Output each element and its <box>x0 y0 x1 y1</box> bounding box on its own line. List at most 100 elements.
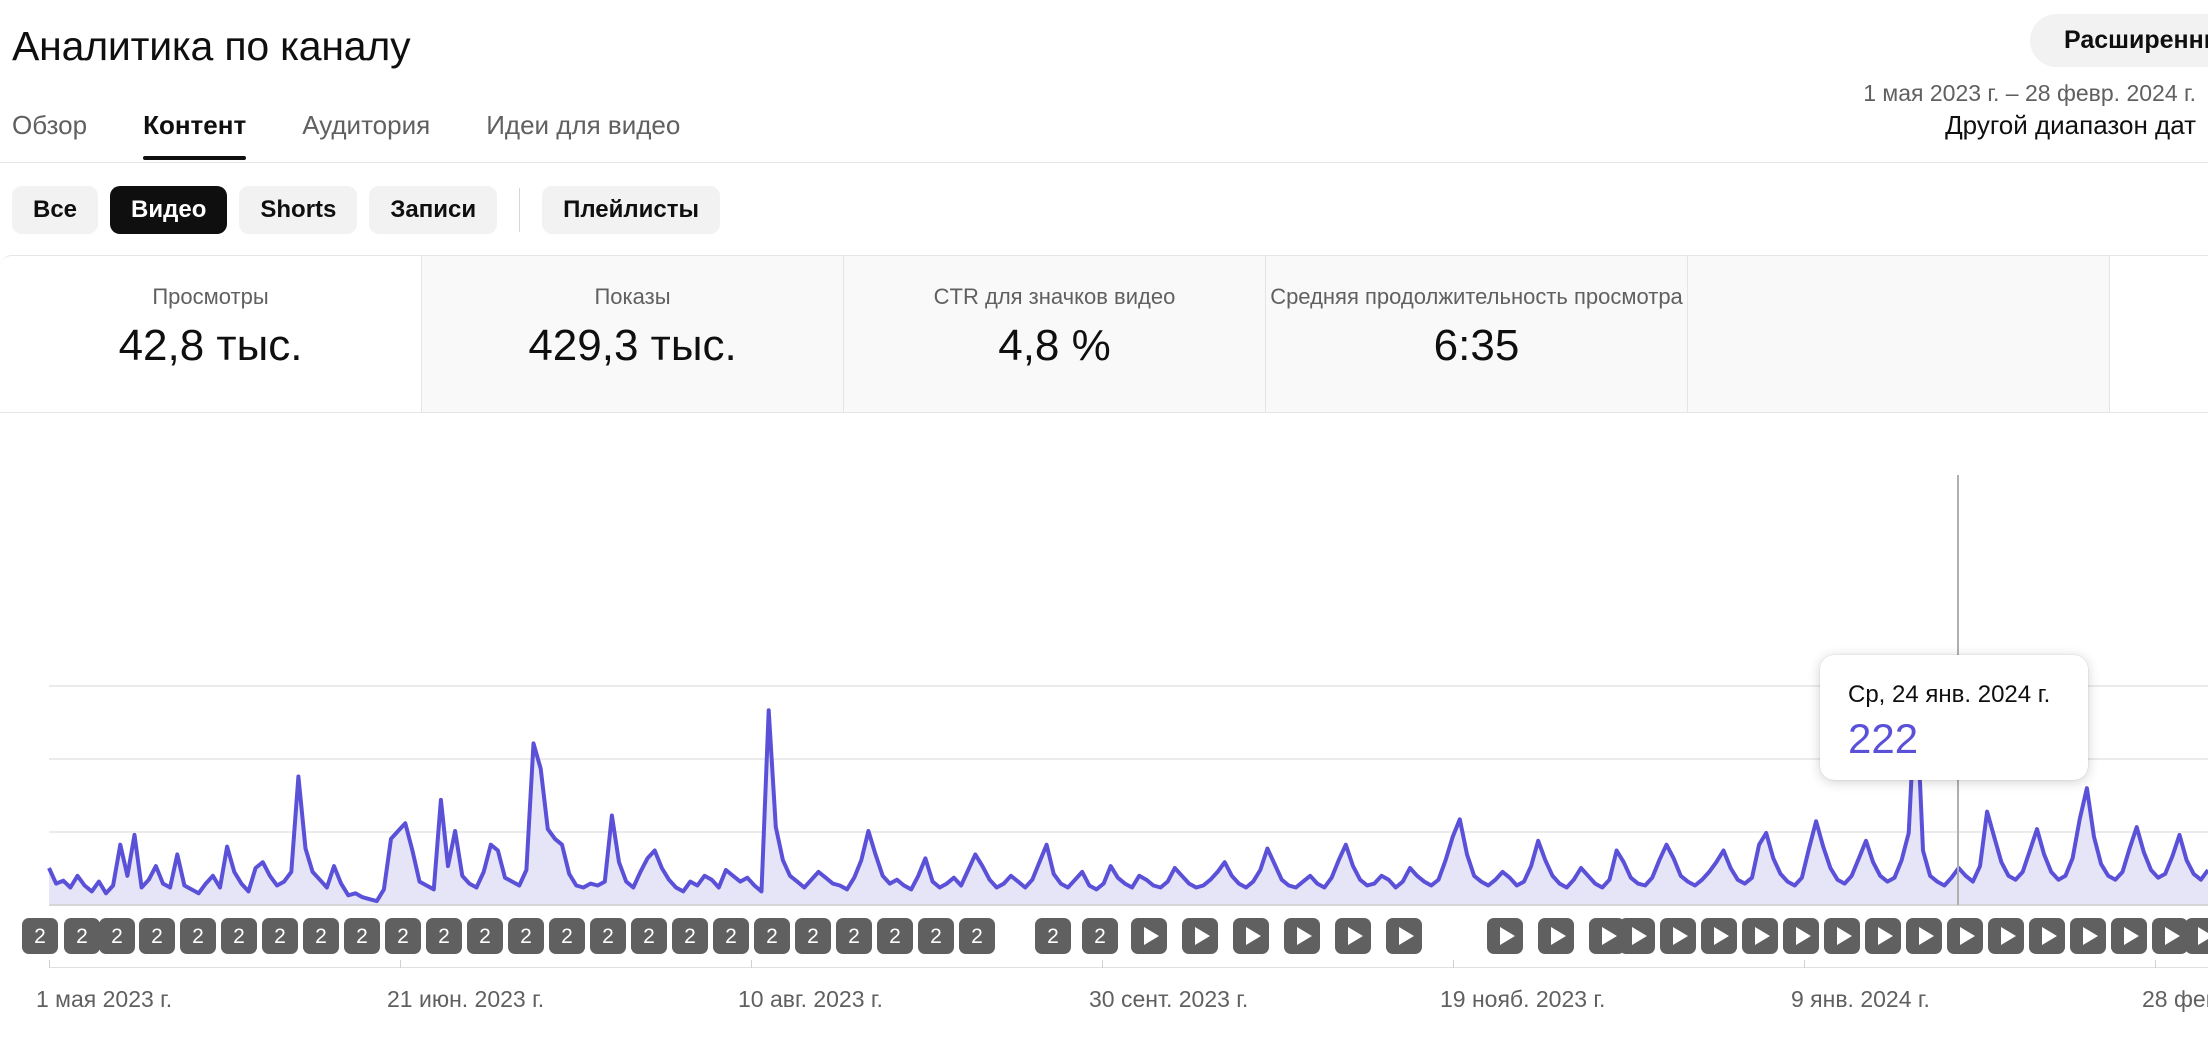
x-axis-tick <box>49 960 50 968</box>
metric-card-label: Просмотры <box>152 284 269 309</box>
date-range-picker[interactable]: Другой диапазон дат <box>1863 108 2196 142</box>
video-count-badge[interactable]: 2 <box>139 918 175 954</box>
play-icon-marker[interactable] <box>1947 918 1983 954</box>
play-icon-marker[interactable] <box>2029 918 2065 954</box>
chip-2[interactable]: Shorts <box>239 186 358 234</box>
play-icon-marker[interactable] <box>1824 918 1860 954</box>
chip-3[interactable]: Записи <box>369 186 498 234</box>
video-count-badge[interactable]: 2 <box>385 918 421 954</box>
video-count-badge[interactable]: 2 <box>180 918 216 954</box>
video-count-badge[interactable]: 2 <box>713 918 749 954</box>
play-icon <box>1296 927 1312 945</box>
video-count-badge-label: 2 <box>192 924 204 948</box>
video-count-badge[interactable]: 2 <box>836 918 872 954</box>
analytics-tabs: Обзор Контент Аудитория Идеи для видео <box>0 98 736 164</box>
video-count-badge[interactable]: 2 <box>590 918 626 954</box>
play-icon <box>2123 927 2139 945</box>
advanced-mode-button[interactable]: Расширенный режим <box>2030 14 2208 67</box>
tab-label: Обзор <box>12 110 88 140</box>
play-icon-marker[interactable] <box>1865 918 1901 954</box>
video-count-badge-label: 2 <box>34 924 46 948</box>
play-icon-marker[interactable] <box>1619 918 1655 954</box>
video-count-badge[interactable]: 2 <box>344 918 380 954</box>
play-icon-marker[interactable] <box>1131 918 1167 954</box>
chip-0[interactable]: Все <box>12 186 99 234</box>
x-axis-label: 9 янв. 2024 г. <box>1791 986 1930 1012</box>
video-count-badge[interactable]: 2 <box>467 918 503 954</box>
play-icon-marker[interactable] <box>1284 918 1320 954</box>
video-count-badge[interactable]: 2 <box>918 918 954 954</box>
play-icon <box>1631 927 1647 945</box>
video-count-badge-label: 2 <box>643 924 655 948</box>
play-icon <box>1877 927 1893 945</box>
metric-card-value: 42,8 тыс. <box>118 321 303 370</box>
play-icon-marker[interactable] <box>1660 918 1696 954</box>
video-count-badge[interactable]: 2 <box>754 918 790 954</box>
date-range-text: 1 мая 2023 г. – 28 февр. 2024 г. <box>1863 80 2196 106</box>
tab-2[interactable]: Аудитория <box>302 98 430 142</box>
video-count-badge-label: 2 <box>356 924 368 948</box>
play-icon <box>2000 927 2016 945</box>
video-count-badge[interactable]: 2 <box>672 918 708 954</box>
x-axis-label: 19 нояб. 2023 г. <box>1440 986 1606 1012</box>
tab-1[interactable]: Контент <box>143 98 247 160</box>
video-count-badge-label: 2 <box>111 924 123 948</box>
play-icon-marker[interactable] <box>1182 918 1218 954</box>
play-icon-marker[interactable] <box>1386 918 1422 954</box>
play-icon-marker[interactable] <box>1701 918 1737 954</box>
video-count-badge[interactable]: 2 <box>303 918 339 954</box>
tab-3[interactable]: Идеи для видео <box>486 98 680 142</box>
video-count-badge[interactable]: 2 <box>631 918 667 954</box>
tab-0[interactable]: Обзор <box>12 98 87 142</box>
play-icon-marker[interactable] <box>1335 918 1371 954</box>
play-icon <box>1601 927 1617 945</box>
video-count-badge[interactable]: 2 <box>549 918 585 954</box>
play-icon <box>2082 927 2098 945</box>
video-count-badge[interactable]: 2 <box>426 918 462 954</box>
play-icon <box>1918 927 1934 945</box>
metric-card-3[interactable]: Средняя продолжительность просмотра 6:35 <box>1266 256 1688 412</box>
play-icon-marker[interactable] <box>1233 918 1269 954</box>
play-icon-marker[interactable] <box>2070 918 2106 954</box>
video-count-badge-label: 2 <box>602 924 614 948</box>
metric-card-2[interactable]: CTR для значков видео 4,8 % <box>844 256 1266 412</box>
video-count-badge[interactable]: 2 <box>959 918 995 954</box>
chip-1[interactable]: Видео <box>110 186 228 234</box>
play-icon <box>1347 927 1363 945</box>
play-icon <box>1795 927 1811 945</box>
play-icon-marker[interactable] <box>1487 918 1523 954</box>
video-count-badge[interactable]: 2 <box>22 918 58 954</box>
video-count-badge[interactable]: 2 <box>508 918 544 954</box>
metric-card-1[interactable]: Показы 429,3 тыс. <box>422 256 844 412</box>
video-count-badge[interactable]: 2 <box>221 918 257 954</box>
play-icon-marker[interactable] <box>1783 918 1819 954</box>
video-count-badge[interactable]: 2 <box>262 918 298 954</box>
metric-card-0[interactable]: Просмотры 42,8 тыс. <box>0 256 422 412</box>
play-icon-marker[interactable] <box>2185 918 2208 954</box>
hover-point[interactable] <box>1949 679 1967 698</box>
video-count-badge-label: 2 <box>1094 924 1106 948</box>
play-icon-marker[interactable] <box>1538 918 1574 954</box>
play-icon-marker[interactable] <box>2152 918 2188 954</box>
play-icon-marker[interactable] <box>2111 918 2147 954</box>
video-count-badge-label: 2 <box>684 924 696 948</box>
play-icon-marker[interactable] <box>1906 918 1942 954</box>
chip-4[interactable]: Плейлисты <box>542 186 720 234</box>
video-count-badge[interactable]: 2 <box>1082 918 1118 954</box>
metric-card-value: 6:35 <box>1433 321 1520 370</box>
play-icon-marker[interactable] <box>1742 918 1778 954</box>
video-count-badge[interactable]: 2 <box>99 918 135 954</box>
video-count-badge-label: 2 <box>807 924 819 948</box>
video-count-badge[interactable]: 2 <box>877 918 913 954</box>
video-count-badge[interactable]: 2 <box>1035 918 1071 954</box>
video-count-badge-label: 2 <box>520 924 532 948</box>
video-count-badge-label: 2 <box>274 924 286 948</box>
video-count-badge[interactable]: 2 <box>64 918 100 954</box>
video-count-badge-label: 2 <box>438 924 450 948</box>
play-icon-marker[interactable] <box>1988 918 2024 954</box>
metric-card-4[interactable] <box>1688 256 2110 412</box>
video-count-badge-label: 2 <box>889 924 901 948</box>
page-title: Аналитика по каналу <box>12 23 411 69</box>
video-count-badge[interactable]: 2 <box>795 918 831 954</box>
video-count-badge-label: 2 <box>848 924 860 948</box>
